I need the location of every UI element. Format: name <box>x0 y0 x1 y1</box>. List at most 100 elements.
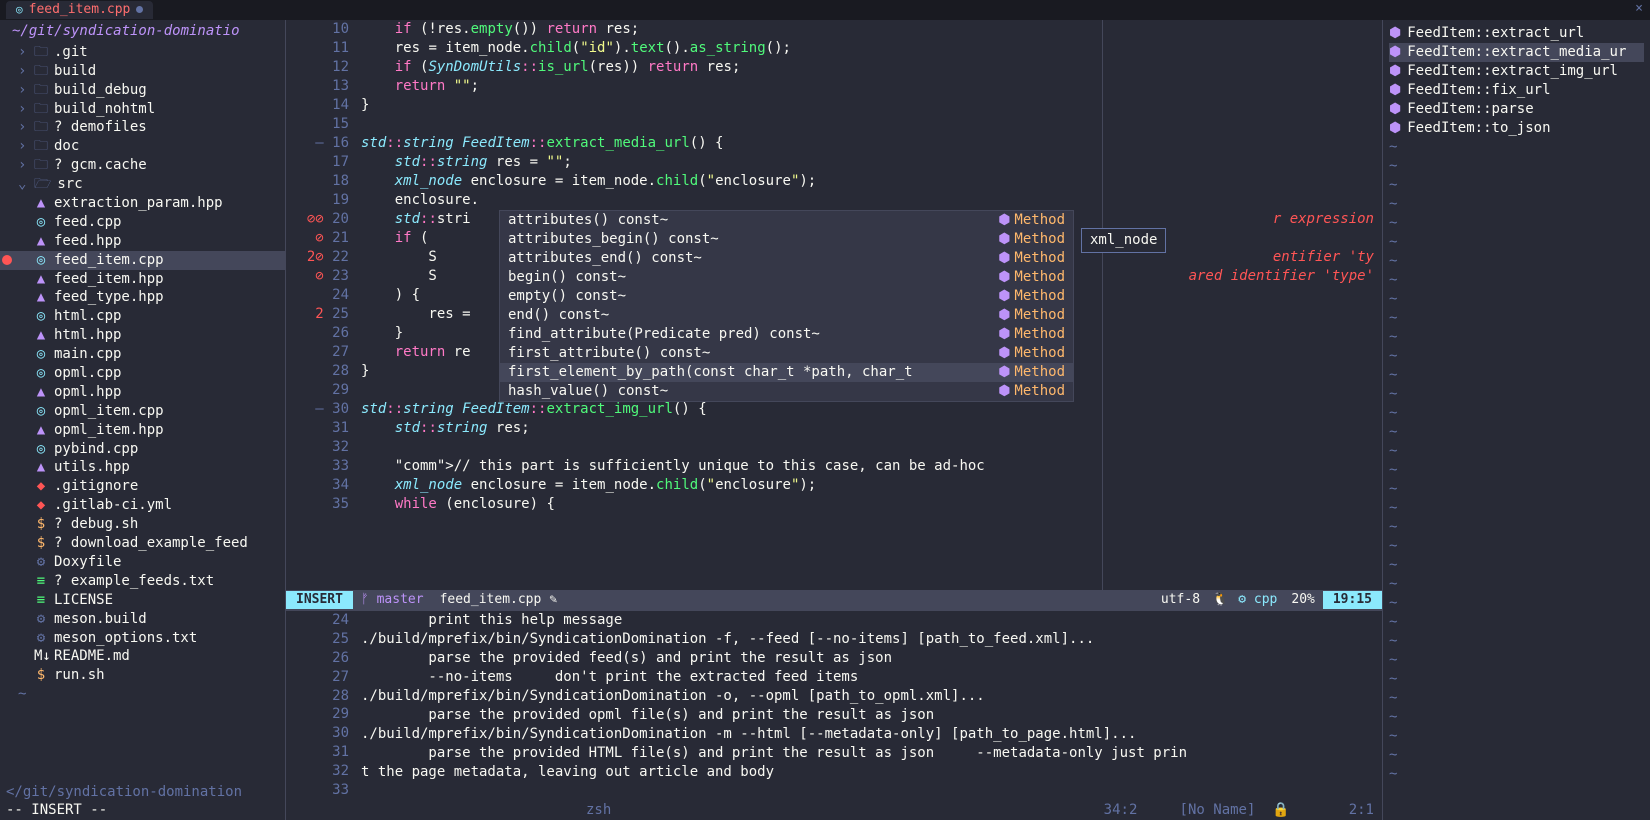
completion-signature: end() const~ <box>508 306 998 325</box>
cube-icon: ⬢ <box>998 287 1010 306</box>
completion-item[interactable]: attributes() const~ ⬢ Method <box>500 211 1073 230</box>
file-item[interactable]: ◆ .gitlab-ci.yml <box>0 496 285 515</box>
shell-prompt[interactable]: ⮝ gabmus@trinity-zero 🗀 ~/git/syndicatio… <box>361 782 1382 801</box>
completion-item[interactable]: first_attribute() const~ ⬢ Method <box>500 344 1073 363</box>
file-item[interactable]: $ run.sh <box>0 666 285 685</box>
code-line[interactable]: xml_node enclosure = item_node.child("en… <box>361 172 1382 191</box>
code-line[interactable]: enclosure. <box>361 191 1382 210</box>
file-explorer[interactable]: ~/git/syndication-dominatio › 🗀 .git › 🗀… <box>0 20 286 820</box>
code-line[interactable]: std::string res = ""; <box>361 153 1382 172</box>
completion-signature: begin() const~ <box>508 268 998 287</box>
completion-item[interactable]: begin() const~ ⬢ Method <box>500 268 1073 287</box>
code-line[interactable] <box>361 438 1382 457</box>
code-editor[interactable]: 10 11 12 13 14 15– 16 17 18 19⊘⊘ 20⊘ 212… <box>286 20 1382 590</box>
file-item[interactable]: ◎ opml.cpp <box>0 364 285 383</box>
window-close-icon[interactable]: × <box>1628 0 1650 18</box>
file-item[interactable]: ▲ utils.hpp <box>0 458 285 477</box>
pencil-icon: ✎ <box>549 591 563 609</box>
line-number: 34 <box>286 476 349 495</box>
empty-line-tilde: ~ <box>1389 651 1397 670</box>
folder-item[interactable]: ⌄ 🗁 src <box>0 175 285 194</box>
folder-item[interactable]: › 🗀 doc <box>0 137 285 156</box>
statusline-filename: feed_item.cpp <box>432 591 550 609</box>
code-line[interactable]: if (SynDomUtils::is_url(res)) return res… <box>361 58 1382 77</box>
file-item[interactable]: ▲ opml_item.hpp <box>0 421 285 440</box>
completion-item[interactable]: attributes_end() const~ ⬢ Method <box>500 249 1073 268</box>
completion-kind: Method <box>1014 325 1065 344</box>
file-item[interactable]: ▲ html.hpp <box>0 326 285 345</box>
outline-item[interactable]: ⬢ FeedItem::extract_media_ur <box>1389 43 1644 62</box>
file-item[interactable]: ⚙ meson.build <box>0 610 285 629</box>
completion-popup[interactable]: attributes() const~ ⬢ Method attributes_… <box>499 210 1074 402</box>
code-line[interactable]: while (enclosure) { <box>361 495 1382 514</box>
code-line[interactable]: std::string res; <box>361 419 1382 438</box>
hpp-icon: ▲ <box>34 194 48 213</box>
file-item[interactable]: ▲ extraction_param.hpp <box>0 194 285 213</box>
code-line[interactable]: std::string FeedItem::extract_img_url() … <box>361 400 1382 419</box>
outline-item[interactable]: ⬢ FeedItem::extract_img_url <box>1389 62 1644 81</box>
file-item[interactable]: ◎ pybind.cpp <box>0 440 285 459</box>
file-item[interactable]: ⚙ Doxyfile <box>0 553 285 572</box>
code-line[interactable]: if (!res.empty()) return res; <box>361 20 1382 39</box>
file-item[interactable]: ◎ feed.cpp <box>0 213 285 232</box>
folder-name: .git <box>54 43 88 62</box>
outline-item[interactable]: ⬢ FeedItem::extract_url <box>1389 24 1644 43</box>
outline-item[interactable]: ⬢ FeedItem::to_json <box>1389 119 1644 138</box>
file-item[interactable]: ≡ ? example_feeds.txt <box>0 572 285 591</box>
diagnostic-text: entifier 'ty <box>1273 248 1374 267</box>
terminal-panel[interactable]: 2425262728293031323334 print this help m… <box>286 610 1382 820</box>
chevron-right-icon: › <box>18 62 28 81</box>
code-line[interactable] <box>361 115 1382 134</box>
outline-item[interactable]: ⬢ FeedItem::fix_url <box>1389 81 1644 100</box>
file-item[interactable]: ◎ opml_item.cpp <box>0 402 285 421</box>
cpp-icon: ◎ <box>34 345 48 364</box>
file-name: meson_options.txt <box>54 629 197 648</box>
file-item[interactable]: ◎ main.cpp <box>0 345 285 364</box>
file-item[interactable]: ≡ LICENSE <box>0 591 285 610</box>
file-item[interactable]: M↓ README.md <box>0 647 285 666</box>
chevron-right-icon: › <box>18 156 28 175</box>
outline-item[interactable]: ⬢ FeedItem::parse <box>1389 100 1644 119</box>
file-item[interactable]: ▲ feed_type.hpp <box>0 288 285 307</box>
statusline: INSERT ᚠ master feed_item.cpp ✎ utf-8 🐧 … <box>286 590 1382 610</box>
file-name: .gitignore <box>54 477 138 496</box>
file-item[interactable]: ▲ opml.hpp <box>0 383 285 402</box>
code-line[interactable]: } <box>361 96 1382 115</box>
line-number: 17 <box>286 153 349 172</box>
tab-feed-item[interactable]: ◎ feed_item.cpp <box>6 1 153 19</box>
empty-line-tilde: ~ <box>1389 290 1397 309</box>
completion-item[interactable]: end() const~ ⬢ Method <box>500 306 1073 325</box>
completion-item[interactable]: find_attribute(Predicate pred) const~ ⬢ … <box>500 325 1073 344</box>
completion-item[interactable]: first_element_by_path(const char_t *path… <box>500 363 1073 382</box>
file-item[interactable]: ⚙ meson_options.txt <box>0 629 285 648</box>
file-name: feed.cpp <box>54 213 121 232</box>
code-line[interactable]: "comm">// this part is sufficiently uniq… <box>361 457 1382 476</box>
completion-item[interactable]: hash_value() const~ ⬢ Method <box>500 382 1073 401</box>
completion-signature: attributes() const~ <box>508 211 998 230</box>
folder-item[interactable]: › 🗀 .git <box>0 43 285 62</box>
file-item[interactable]: ▲ feed.hpp <box>0 232 285 251</box>
code-line[interactable]: xml_node enclosure = item_node.child("en… <box>361 476 1382 495</box>
file-item[interactable]: ◎ feed_item.cpp <box>0 251 285 270</box>
symbol-outline[interactable]: ⬢ FeedItem::extract_url ⬢ FeedItem::extr… <box>1382 20 1650 820</box>
line-number: 24 <box>286 286 349 305</box>
folder-item[interactable]: › 🗀 ? gcm.cache <box>0 156 285 175</box>
completion-item[interactable]: empty() const~ ⬢ Method <box>500 287 1073 306</box>
file-item[interactable]: $ ? debug.sh <box>0 515 285 534</box>
folder-name: src <box>57 175 82 194</box>
folder-item[interactable]: › 🗀 ? demofiles <box>0 118 285 137</box>
file-name: feed_item.cpp <box>54 251 164 270</box>
file-item[interactable]: ◆ .gitignore <box>0 477 285 496</box>
folder-item[interactable]: › 🗀 build_nohtml <box>0 100 285 119</box>
folder-icon: 🗀 <box>34 43 48 62</box>
folder-item[interactable]: › 🗀 build_debug <box>0 81 285 100</box>
code-line[interactable]: std::string FeedItem::extract_media_url(… <box>361 134 1382 153</box>
code-line[interactable]: return ""; <box>361 77 1382 96</box>
code-line[interactable]: res = item_node.child("id").text().as_st… <box>361 39 1382 58</box>
line-number: 28 <box>286 362 349 381</box>
file-item[interactable]: $ ? download_example_feed <box>0 534 285 553</box>
completion-item[interactable]: attributes_begin() const~ ⬢ Method <box>500 230 1073 249</box>
file-item[interactable]: ▲ feed_item.hpp <box>0 270 285 289</box>
folder-item[interactable]: › 🗀 build <box>0 62 285 81</box>
file-item[interactable]: ◎ html.cpp <box>0 307 285 326</box>
